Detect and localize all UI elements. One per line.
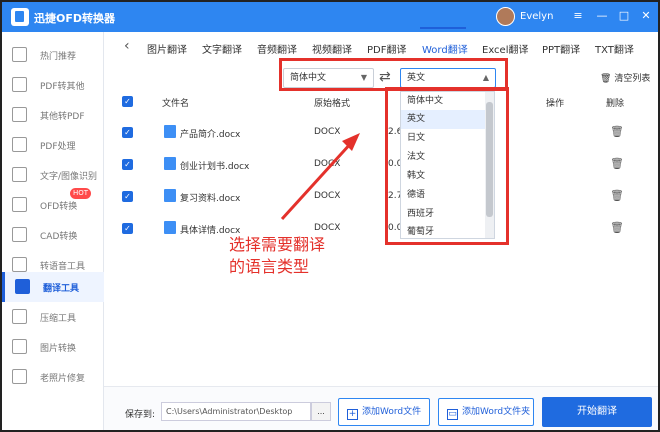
- convert-icon: [12, 107, 27, 122]
- footer-bar: 保存到: C:\Users\Administrator\Desktop ... …: [104, 386, 658, 430]
- highlight-box-dropdown: [385, 87, 509, 245]
- close-icon[interactable]: ✕: [638, 8, 654, 24]
- header-format: 原始格式: [314, 99, 351, 109]
- row-checkbox[interactable]: ✓: [122, 223, 133, 234]
- tab-excel-translate[interactable]: Excel翻译: [482, 41, 529, 56]
- trash-icon: 🗑: [600, 74, 612, 84]
- word-file-icon: [164, 125, 176, 138]
- ofd-icon: [12, 197, 27, 212]
- document-logo-icon: [11, 8, 29, 26]
- annotation-arrow: [280, 133, 360, 221]
- sidebar-item-compress[interactable]: 压缩工具: [2, 302, 104, 332]
- active-tab-indicator: [420, 27, 466, 29]
- file-name: 复习资料.docx: [180, 194, 241, 204]
- tab-audio-translate[interactable]: 音频翻译: [257, 41, 297, 56]
- user-name[interactable]: Evelyn: [520, 11, 553, 22]
- star-icon: [12, 47, 27, 62]
- image-icon: [12, 339, 27, 354]
- app-window: 迅捷OFD转换器 Evelyn ≡ — □ ✕ 热门推荐 PDF转其他 其他转P…: [2, 2, 658, 430]
- trash-icon[interactable]: 🗑: [610, 221, 624, 234]
- file-name: 创业计划书.docx: [180, 162, 250, 172]
- row-checkbox[interactable]: ✓: [122, 127, 133, 138]
- clear-list-button[interactable]: 🗑 清空列表: [600, 71, 650, 84]
- maximize-icon[interactable]: □: [616, 8, 632, 24]
- photo-repair-icon: [12, 369, 27, 384]
- menu-icon[interactable]: ≡: [570, 8, 586, 24]
- annotation-text: 选择需要翻译 的语言类型: [229, 234, 325, 278]
- tab-txt-translate[interactable]: TXT翻译: [595, 41, 634, 56]
- trash-icon[interactable]: 🗑: [610, 189, 624, 202]
- word-file-icon: [164, 189, 176, 202]
- folder-icon: ▭: [447, 409, 458, 420]
- sidebar-item-ocr[interactable]: 文字/图像识别: [2, 160, 104, 190]
- start-translate-button[interactable]: 开始翻译: [542, 397, 652, 427]
- cad-icon: [12, 227, 27, 242]
- annotation-line-2: 的语言类型: [229, 257, 310, 276]
- tab-word-translate[interactable]: Word翻译: [422, 41, 468, 56]
- word-file-icon: [164, 157, 176, 170]
- sidebar-item-pdf-tools[interactable]: PDF处理: [2, 130, 104, 160]
- word-file-icon: [164, 221, 176, 234]
- save-path-input[interactable]: C:\Users\Administrator\Desktop: [161, 402, 311, 421]
- sidebar: 热门推荐 PDF转其他 其他转PDF PDF处理 文字/图像识别 OFD转换 HO…: [2, 32, 104, 430]
- compress-icon: [12, 309, 27, 324]
- hot-badge: HOT: [70, 188, 92, 199]
- tab-text-translate[interactable]: 文字翻译: [202, 41, 242, 56]
- sidebar-item-translate[interactable]: 翻译工具: [2, 272, 104, 302]
- pdf-tools-icon: [12, 137, 27, 152]
- row-checkbox[interactable]: ✓: [122, 159, 133, 170]
- trash-icon[interactable]: 🗑: [610, 157, 624, 170]
- chevron-left-icon[interactable]: ‹: [124, 38, 130, 54]
- sidebar-item-cad[interactable]: CAD转换: [2, 220, 104, 250]
- minimize-icon[interactable]: —: [594, 8, 610, 24]
- sidebar-item-photo-repair[interactable]: 老照片修复: [2, 362, 104, 392]
- sidebar-item-other-to-pdf[interactable]: 其他转PDF: [2, 100, 104, 130]
- header-operation: 操作: [546, 99, 565, 109]
- add-word-file-button[interactable]: + 添加Word文件: [338, 398, 430, 426]
- app-title: 迅捷OFD转换器: [34, 12, 115, 25]
- tab-ppt-translate[interactable]: PPT翻译: [542, 41, 580, 56]
- sidebar-item-ofd[interactable]: OFD转换 HOT: [2, 188, 104, 220]
- annotation-line-1: 选择需要翻译: [229, 235, 326, 254]
- tab-video-translate[interactable]: 视频翻译: [312, 41, 352, 56]
- save-to-label: 保存到:: [125, 410, 156, 420]
- title-bar: 迅捷OFD转换器 Evelyn ≡ — □ ✕: [2, 2, 658, 32]
- plus-icon: +: [347, 409, 358, 420]
- header-delete: 删除: [606, 99, 625, 109]
- browse-button[interactable]: ...: [311, 402, 331, 421]
- tab-pdf-translate[interactable]: PDF翻译: [367, 41, 406, 56]
- header-filename: 文件名: [162, 99, 190, 109]
- select-all-checkbox[interactable]: ✓: [122, 96, 133, 107]
- audio-icon: [12, 257, 27, 272]
- translate-icon: [15, 279, 30, 294]
- trash-icon[interactable]: 🗑: [610, 125, 624, 138]
- sidebar-item-pdf-to-other[interactable]: PDF转其他: [2, 70, 104, 100]
- tab-image-translate[interactable]: 图片翻译: [147, 41, 187, 56]
- sidebar-item-image[interactable]: 图片转换: [2, 332, 104, 362]
- sidebar-item-hot[interactable]: 热门推荐: [2, 40, 104, 70]
- add-word-folder-button[interactable]: ▭ 添加Word文件夹: [438, 398, 534, 426]
- row-checkbox[interactable]: ✓: [122, 191, 133, 202]
- pdf-icon: [12, 77, 27, 92]
- file-name: 产品简介.docx: [180, 130, 241, 140]
- ocr-icon: [12, 167, 27, 182]
- avatar[interactable]: [496, 7, 515, 26]
